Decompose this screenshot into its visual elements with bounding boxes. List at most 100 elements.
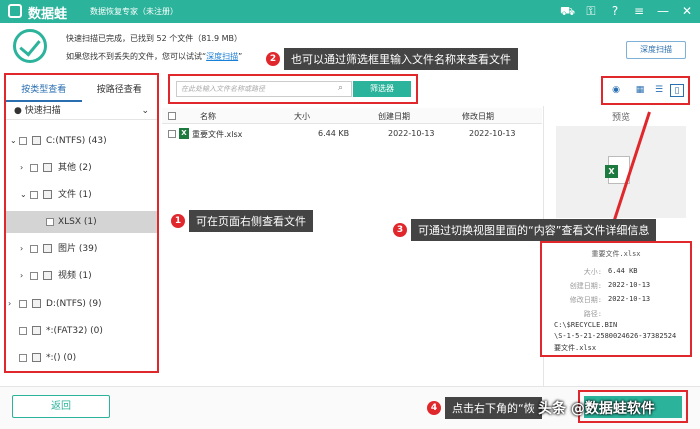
back-button[interactable]: 返回: [12, 395, 110, 418]
content-view-icon[interactable]: ▯: [670, 84, 684, 97]
tree-item-unknown-drive[interactable]: *:() (0): [6, 347, 157, 369]
app-name: 数据蛙: [28, 7, 68, 22]
help-icon[interactable]: ?: [608, 3, 622, 19]
table-row[interactable]: X 重要文件.xlsx 6.44 KB 2022-10-13 2022-10-1…: [162, 126, 542, 142]
chevron-right-icon[interactable]: ›: [20, 265, 23, 287]
column-name[interactable]: 名称: [200, 111, 216, 122]
detail-path-line: 要文件.xlsx: [554, 344, 597, 352]
quick-scan-selector[interactable]: ● 快速扫描 ⌄: [6, 102, 157, 120]
filter-button[interactable]: 筛选器: [353, 81, 411, 97]
tree-item-documents[interactable]: ⌄ 文件 (1): [6, 184, 157, 206]
tree-item-images[interactable]: › 图片 (39): [6, 238, 157, 260]
drive-icon: [32, 326, 41, 335]
checkbox[interactable]: [19, 137, 27, 145]
tree-item-label: 其他 (2): [58, 163, 92, 173]
window-controls: ⛟ ⚿ ? ≡ — ✕: [560, 3, 694, 19]
search-icon[interactable]: ⌕: [338, 83, 343, 93]
tree-item-c-drive[interactable]: ⌄ C:(NTFS) (43): [6, 130, 157, 152]
watermark: 头条 @数据蛙软件: [538, 401, 655, 417]
file-modified: 2022-10-13: [469, 129, 516, 138]
callout-4: 4 点击右下角的“恢: [427, 397, 542, 419]
tree-item-xlsx[interactable]: XLSX (1): [6, 211, 157, 233]
tree-item-label: 文件 (1): [58, 190, 92, 200]
drive-icon: [32, 299, 41, 308]
chevron-down-icon: ⌄: [141, 106, 149, 116]
checkbox[interactable]: [30, 272, 38, 280]
quick-scan-label: 快速扫描: [24, 106, 61, 116]
callout-text: 也可以通过筛选框里输入文件名称来查看文件: [284, 48, 518, 70]
key-icon[interactable]: ⚿: [584, 3, 598, 19]
callout-3: 3 可通过切换视图里面的“内容”查看文件详细信息: [393, 219, 657, 241]
file-created: 2022-10-13: [388, 129, 435, 138]
file-details-panel: 重要文件.xlsx 大小: 6.44 KB 创建日期: 2022-10-13 修…: [540, 241, 692, 357]
chevron-right-icon[interactable]: ›: [20, 157, 23, 179]
checkbox[interactable]: [19, 300, 27, 308]
callout-text: 可在页面右侧查看文件: [189, 210, 313, 232]
deep-scan-button[interactable]: 深度扫描: [626, 41, 686, 59]
scan-status-text: 快速扫描已完成，已找到 52 个文件（81.9 MB）: [66, 34, 243, 43]
file-size: 6.44 KB: [318, 129, 350, 138]
deep-scan-hint: 如果您找不到丢失的文件，您可以试试“深度扫描”: [66, 52, 243, 61]
image-icon: [43, 244, 52, 253]
detail-path-line: \S-1-5-21-2580024626-37382524: [554, 332, 677, 340]
column-size[interactable]: 大小: [294, 111, 310, 122]
tree-item-fat32-drive[interactable]: *:(FAT32) (0): [6, 320, 157, 342]
close-icon[interactable]: ✕: [680, 3, 694, 19]
checkbox[interactable]: [19, 354, 27, 362]
deep-scan-link[interactable]: 深度扫描: [206, 52, 238, 61]
file-category-panel: 按类型查看 按路径查看 ● 快速扫描 ⌄ ⌄ C:(NTFS) (43) › 其…: [4, 73, 159, 373]
tab-by-type[interactable]: 按类型查看: [6, 80, 82, 102]
chevron-down-icon[interactable]: ⌄: [10, 130, 17, 152]
detail-file-name: 重要文件.xlsx: [591, 250, 641, 258]
checkbox[interactable]: [19, 327, 27, 335]
tree-item-label: *:(FAT32) (0): [46, 326, 103, 336]
chevron-right-icon[interactable]: ›: [8, 293, 11, 315]
tree-item-label: XLSX (1): [58, 217, 97, 227]
column-created[interactable]: 创建日期: [378, 111, 410, 122]
app-logo-icon: [8, 4, 22, 18]
select-all-checkbox[interactable]: [168, 112, 176, 120]
tree-item-videos[interactable]: › 视频 (1): [6, 265, 157, 287]
chevron-down-icon[interactable]: ⌄: [20, 184, 27, 206]
checkbox[interactable]: [30, 191, 38, 199]
callout-text: 可通过切换视图里面的“内容”查看文件详细信息: [411, 219, 657, 241]
callout-number: 1: [171, 214, 185, 228]
row-checkbox[interactable]: [168, 130, 176, 138]
search-input[interactable]: 在此处输入文件名称或路径: [176, 81, 352, 97]
tree-item-d-drive[interactable]: › D:(NTFS) (9): [6, 293, 157, 315]
file-name: 重要文件.xlsx: [192, 130, 243, 139]
scan-complete-check-icon: [13, 29, 47, 63]
app-subtitle: 数据恢复专家（未注册）: [90, 7, 178, 16]
view-mode-switcher: ◉ ▦ ☰ ▯: [601, 76, 690, 105]
checkbox[interactable]: [46, 218, 54, 226]
tab-by-path[interactable]: 按路径查看: [82, 80, 158, 102]
title-bar: 数据蛙 数据恢复专家（未注册） ⛟ ⚿ ? ≡ — ✕: [0, 0, 700, 23]
tree-item-label: 图片 (39): [58, 244, 98, 254]
chevron-right-icon[interactable]: ›: [20, 238, 23, 260]
eye-icon[interactable]: ◉: [609, 84, 623, 97]
drive-icon: [32, 353, 41, 362]
menu-icon[interactable]: ≡: [632, 3, 646, 19]
list-view-icon[interactable]: ☰: [652, 84, 666, 97]
grid-view-icon[interactable]: ▦: [633, 84, 647, 97]
tree-item-other[interactable]: › 其他 (2): [6, 157, 157, 179]
video-icon: [43, 271, 52, 280]
callout-number: 3: [393, 223, 407, 237]
check-circle-icon: ●: [14, 106, 22, 116]
search-filter-bar: 在此处输入文件名称或路径 ⌕ 筛选器: [168, 74, 418, 104]
tree-item-label: D:(NTFS) (9): [46, 299, 102, 309]
callout-1: 1 可在页面右侧查看文件: [171, 210, 313, 232]
excel-file-icon: X: [179, 128, 189, 139]
callout-number: 2: [266, 52, 280, 66]
checkbox[interactable]: [30, 245, 38, 253]
callout-text: 点击右下角的“恢: [445, 397, 542, 419]
drive-icon: [32, 136, 41, 145]
folder-icon: [43, 163, 52, 172]
checkbox[interactable]: [30, 164, 38, 172]
column-modified[interactable]: 修改日期: [462, 111, 494, 122]
minimize-icon[interactable]: —: [656, 3, 670, 19]
view-tabs: 按类型查看 按路径查看: [6, 80, 157, 102]
cart-icon[interactable]: ⛟: [560, 3, 575, 19]
callout-number: 4: [427, 401, 441, 415]
tree-item-label: 视频 (1): [58, 271, 92, 281]
